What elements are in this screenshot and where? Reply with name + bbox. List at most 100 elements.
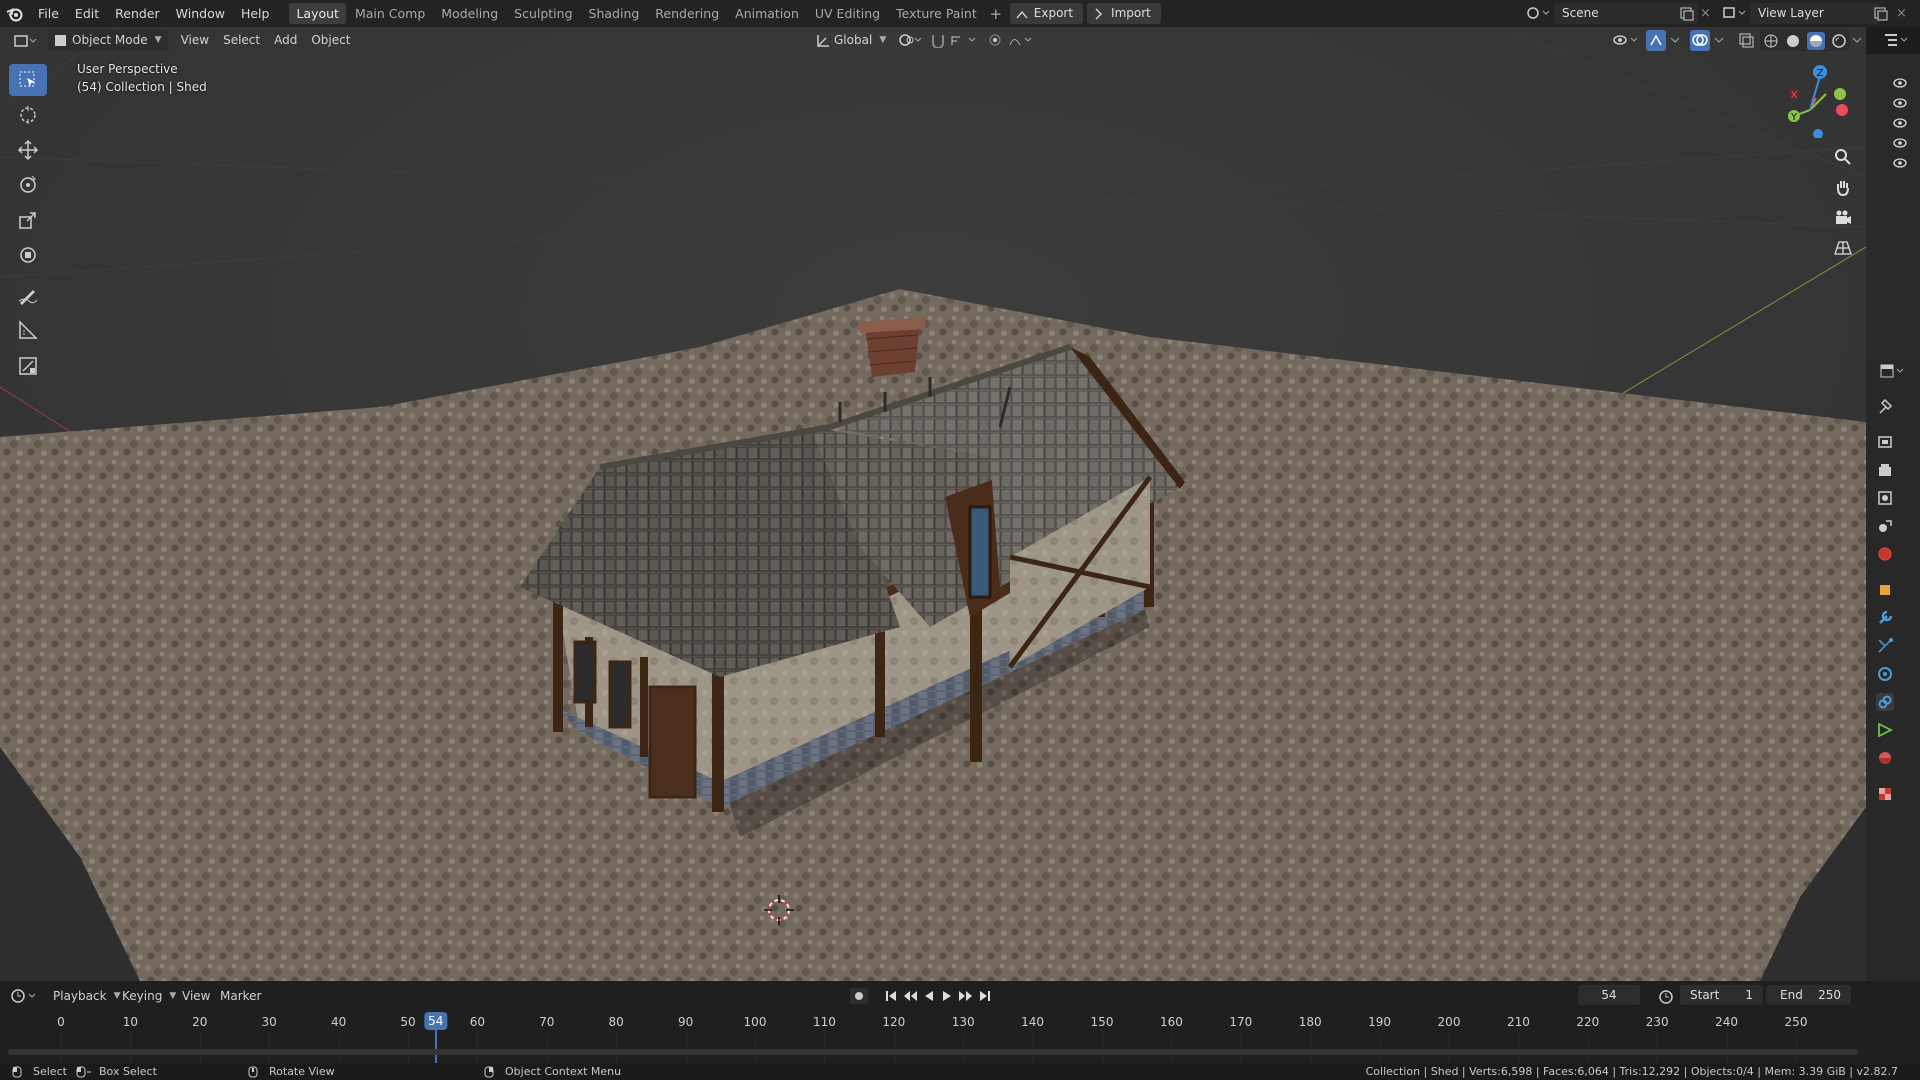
scene-properties-icon[interactable] [1876, 517, 1894, 535]
timeline-ruler[interactable]: 0 10 20 30 40 50 60 70 80 90 100 110 120 130 140 150 160… [0, 1011, 1866, 1063]
delete-scene-icon[interactable]: × [1700, 6, 1711, 21]
object-properties-icon[interactable] [1876, 581, 1894, 599]
snap-icon[interactable] [930, 32, 946, 48]
tab-shading[interactable]: Shading [582, 3, 647, 24]
xray-toggle-icon[interactable] [1738, 32, 1754, 48]
export-button[interactable]: Export [1009, 3, 1084, 24]
current-frame-field[interactable]: 54 [1578, 985, 1640, 1005]
marker-menu[interactable]: Marker [213, 986, 268, 1007]
3d-viewport[interactable]: User Perspective (54) Collection | Shed [0, 27, 1866, 981]
tab-sculpting[interactable]: Sculpting [507, 3, 579, 24]
visibility-eye-icon[interactable] [1893, 78, 1907, 88]
play-reverse-icon[interactable] [922, 989, 936, 1003]
timeline-view-menu[interactable]: View [175, 986, 217, 1007]
preview-range-icon[interactable] [1658, 988, 1674, 1004]
editor-type-icon[interactable] [12, 32, 38, 50]
visibility-filter-icon[interactable] [1612, 32, 1640, 48]
delete-view-layer-icon[interactable]: × [1896, 6, 1907, 21]
tab-layout[interactable]: Layout [289, 3, 346, 24]
jump-keyframe-forward-icon[interactable] [958, 989, 974, 1003]
world-properties-icon[interactable] [1876, 545, 1894, 563]
camera-view-button[interactable] [1829, 204, 1857, 232]
view-layer-browse-icon[interactable] [1722, 5, 1748, 21]
menu-add[interactable]: Add [267, 30, 304, 51]
move-tool[interactable] [9, 134, 47, 166]
material-preview-shading-icon[interactable] [1807, 31, 1825, 50]
measure-tool[interactable] [9, 314, 47, 346]
tab-animation[interactable]: Animation [728, 3, 806, 24]
render-properties-icon[interactable] [1876, 433, 1894, 451]
visibility-eye-icon[interactable] [1893, 98, 1907, 108]
output-properties-icon[interactable] [1876, 461, 1894, 479]
timeline-editor-type-icon[interactable] [10, 987, 38, 1005]
mode-dropdown[interactable]: Object Mode ▼ [48, 30, 168, 51]
menu-render[interactable]: Render [107, 0, 168, 27]
add-cube-tool[interactable] [9, 350, 47, 382]
record-button[interactable] [850, 988, 868, 1004]
wireframe-shading-icon[interactable] [1763, 33, 1779, 49]
tool-properties-icon[interactable] [1876, 397, 1894, 415]
menu-object[interactable]: Object [304, 30, 357, 51]
gizmo-z-negative[interactable] [1813, 129, 1823, 138]
navigation-gizmo[interactable]: Z X Y [1774, 58, 1874, 138]
rendered-shading-icon[interactable] [1831, 33, 1847, 49]
playhead-line[interactable] [434, 1029, 437, 1063]
jump-keyframe-back-icon[interactable] [902, 989, 918, 1003]
end-frame-field[interactable]: End 250 [1766, 985, 1851, 1005]
rotate-tool[interactable] [9, 169, 47, 201]
outliner-editor-type-icon[interactable] [1882, 31, 1910, 49]
gizmo-y-negative[interactable] [1834, 88, 1846, 100]
tab-main-comp[interactable]: Main Comp [348, 3, 432, 24]
proportional-falloff-icon[interactable] [1008, 32, 1034, 48]
new-view-layer-icon[interactable] [1874, 7, 1888, 21]
show-gizmo-button[interactable] [1646, 30, 1666, 51]
overlays-dropdown-icon[interactable] [1712, 32, 1726, 48]
visibility-eye-icon[interactable] [1893, 118, 1907, 128]
tab-texture-paint[interactable]: Texture Paint [889, 3, 984, 24]
menu-file[interactable]: File [30, 0, 67, 27]
cursor-tool[interactable] [9, 99, 47, 131]
playhead-frame-indicator[interactable]: 54 [424, 1012, 448, 1030]
proportional-editing-icon[interactable] [988, 32, 1002, 48]
new-scene-icon[interactable] [1680, 7, 1694, 21]
menu-window[interactable]: Window [168, 0, 233, 27]
perspective-toggle-button[interactable] [1829, 234, 1857, 262]
timeline-editor[interactable]: Playback ▼ Keying ▼ View Marker 54 Start 1… [0, 981, 1920, 1063]
view-layer-field[interactable]: View Layer [1750, 3, 1880, 24]
tab-uv-editing[interactable]: UV Editing [808, 3, 887, 24]
jump-end-icon[interactable] [978, 989, 992, 1003]
menu-help[interactable]: Help [233, 0, 278, 27]
scene-name-field[interactable]: Scene [1554, 3, 1698, 24]
play-icon[interactable] [940, 989, 954, 1003]
menu-edit[interactable]: Edit [67, 0, 107, 27]
pan-button[interactable] [1829, 173, 1857, 201]
menu-select[interactable]: Select [216, 30, 267, 51]
zoom-button[interactable] [1829, 143, 1857, 171]
visibility-eye-icon[interactable] [1893, 158, 1907, 168]
select-box-tool[interactable] [9, 64, 47, 96]
material-properties-icon[interactable] [1876, 749, 1894, 767]
keying-menu[interactable]: Keying ▼ [115, 986, 182, 1007]
gizmo-dropdown-icon[interactable] [1668, 32, 1682, 48]
import-button[interactable]: Import [1087, 3, 1161, 24]
visibility-eye-icon[interactable] [1893, 138, 1907, 148]
view-layer-properties-icon[interactable] [1876, 489, 1894, 507]
jump-start-icon[interactable] [884, 989, 898, 1003]
start-frame-field[interactable]: Start 1 [1680, 985, 1763, 1005]
snap-element-icon[interactable] [950, 32, 978, 48]
show-overlays-button[interactable] [1690, 30, 1710, 51]
physics-properties-icon[interactable] [1876, 665, 1894, 683]
timeline-scrollbar[interactable] [8, 1049, 1858, 1055]
object-data-properties-icon[interactable] [1876, 721, 1894, 739]
scene-browse-icon[interactable] [1526, 5, 1552, 21]
transform-tool[interactable] [9, 239, 47, 271]
solid-shading-icon[interactable] [1785, 33, 1801, 49]
orientation-dropdown[interactable]: Global ▼ [810, 30, 892, 51]
shading-dropdown-icon[interactable] [1850, 32, 1864, 48]
scale-tool[interactable] [9, 204, 47, 236]
tab-modeling[interactable]: Modeling [434, 3, 505, 24]
properties-editor-type-icon[interactable] [1878, 362, 1906, 380]
texture-properties-icon[interactable] [1876, 785, 1894, 803]
tab-rendering[interactable]: Rendering [648, 3, 726, 24]
constraint-properties-icon[interactable] [1876, 693, 1894, 711]
